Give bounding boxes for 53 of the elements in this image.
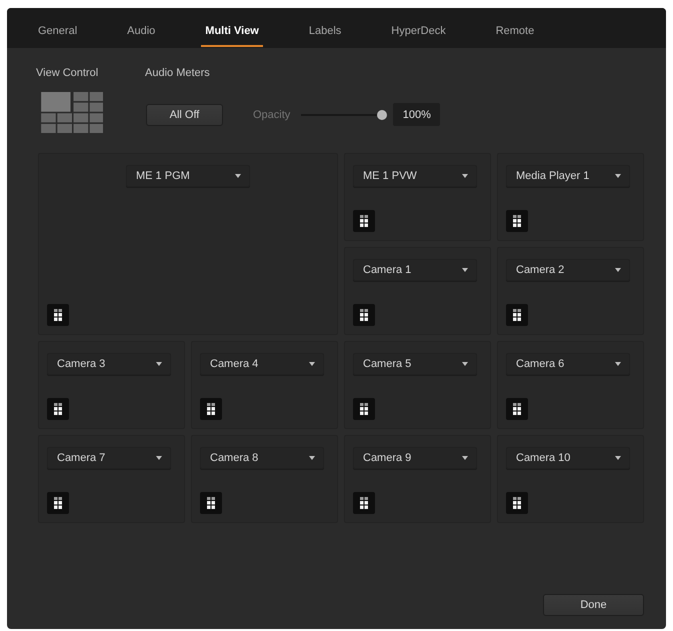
- all-off-button[interactable]: All Off: [146, 104, 223, 126]
- tab[interactable]: Labels: [304, 8, 346, 47]
- audio-meter-icon[interactable]: [47, 492, 69, 514]
- source-dropdown[interactable]: Camera 4: [200, 353, 324, 375]
- view-layout-icon[interactable]: [41, 92, 103, 133]
- caret-icon: [156, 362, 162, 366]
- tab[interactable]: General: [34, 8, 82, 47]
- source-dropdown[interactable]: Camera 5: [353, 353, 477, 375]
- audio-meter-icon[interactable]: [506, 304, 528, 326]
- section-label: View Control: [36, 66, 98, 80]
- caret-icon: [462, 456, 468, 460]
- source-dropdown[interactable]: Camera 3: [47, 353, 171, 375]
- caret-icon: [235, 174, 241, 178]
- caret-icon: [462, 268, 468, 272]
- source-dropdown[interactable]: Camera 10: [506, 447, 630, 469]
- opacity-label: Opacity: [253, 108, 290, 120]
- caret-icon: [615, 456, 621, 460]
- source-dropdown[interactable]: Camera 1: [353, 259, 477, 281]
- tab[interactable]: Remote: [492, 8, 538, 47]
- audio-meter-icon[interactable]: [47, 398, 69, 420]
- audio-meter-icon[interactable]: [353, 398, 375, 420]
- source-dropdown[interactable]: Camera 6: [506, 353, 630, 375]
- source-dropdown[interactable]: ME 1 PVW: [353, 165, 477, 187]
- audio-meter-icon[interactable]: [506, 398, 528, 420]
- audio-meter-icon[interactable]: [200, 398, 222, 420]
- caret-icon: [309, 456, 315, 460]
- caret-icon: [615, 174, 621, 178]
- caret-icon: [615, 268, 621, 272]
- audio-meter-icon[interactable]: [200, 492, 222, 514]
- audio-meter-icon[interactable]: [506, 492, 528, 514]
- tab[interactable]: Multi View: [201, 8, 263, 47]
- slider-thumb[interactable]: [377, 110, 388, 120]
- source-dropdown[interactable]: Camera 9: [353, 447, 477, 469]
- caret-icon: [615, 362, 621, 366]
- source-dropdown[interactable]: Camera 8: [200, 447, 324, 469]
- caret-icon: [309, 362, 315, 366]
- tab[interactable]: Audio: [123, 8, 160, 47]
- section-label: Audio Meters: [145, 66, 210, 80]
- caret-icon: [462, 174, 468, 178]
- audio-meter-icon[interactable]: [353, 210, 375, 232]
- audio-meter-icon[interactable]: [353, 304, 375, 326]
- source-dropdown[interactable]: Camera 7: [47, 447, 171, 469]
- source-dropdown[interactable]: Media Player 1: [506, 165, 630, 187]
- caret-icon: [156, 456, 162, 460]
- audio-meter-icon[interactable]: [353, 492, 375, 514]
- source-dropdown[interactable]: ME 1 PGM: [126, 165, 250, 187]
- opacity-value-field[interactable]: 100%: [393, 103, 440, 126]
- caret-icon: [462, 362, 468, 366]
- tab[interactable]: HyperDeck: [387, 8, 450, 47]
- audio-meter-icon[interactable]: [506, 210, 528, 232]
- source-dropdown[interactable]: Camera 2: [506, 259, 630, 281]
- audio-meter-icon[interactable]: [47, 304, 69, 326]
- done-button[interactable]: Done: [543, 594, 644, 616]
